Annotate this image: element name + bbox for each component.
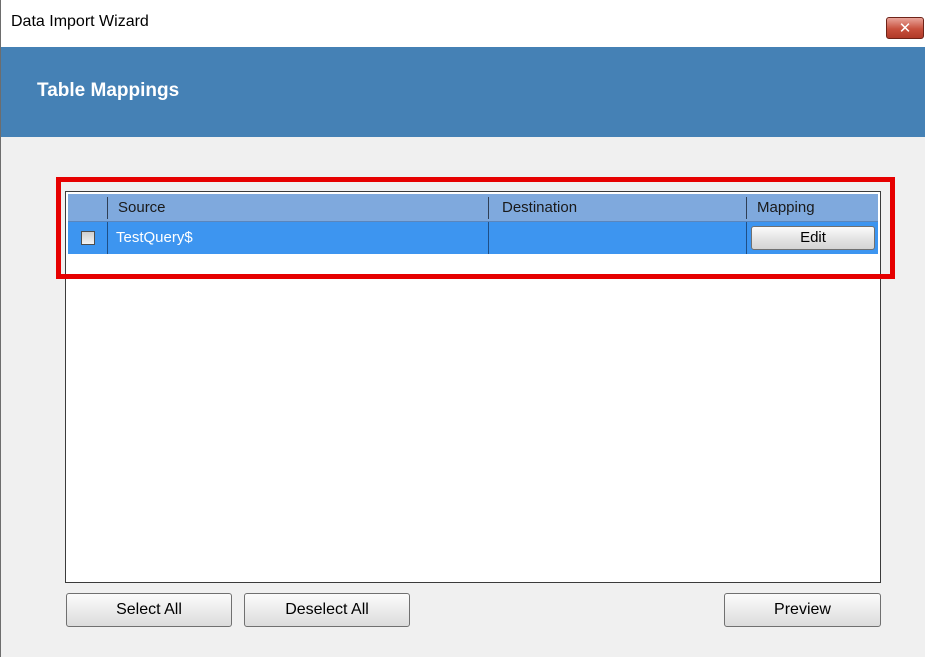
title-bar: Data Import Wizard ✕ xyxy=(1,0,925,47)
window-title: Data Import Wizard xyxy=(11,13,149,30)
data-import-wizard-window: Data Import Wizard ✕ Table Mappings Sour… xyxy=(0,0,925,657)
header-band: Table Mappings xyxy=(1,47,925,137)
highlight-annotation-box xyxy=(56,177,895,279)
page-title: Table Mappings xyxy=(37,80,180,101)
close-icon: ✕ xyxy=(898,19,912,37)
select-all-button[interactable]: Select All xyxy=(66,593,232,627)
preview-button[interactable]: Preview xyxy=(724,593,881,627)
deselect-all-button[interactable]: Deselect All xyxy=(244,593,410,627)
close-button[interactable]: ✕ xyxy=(886,17,924,39)
